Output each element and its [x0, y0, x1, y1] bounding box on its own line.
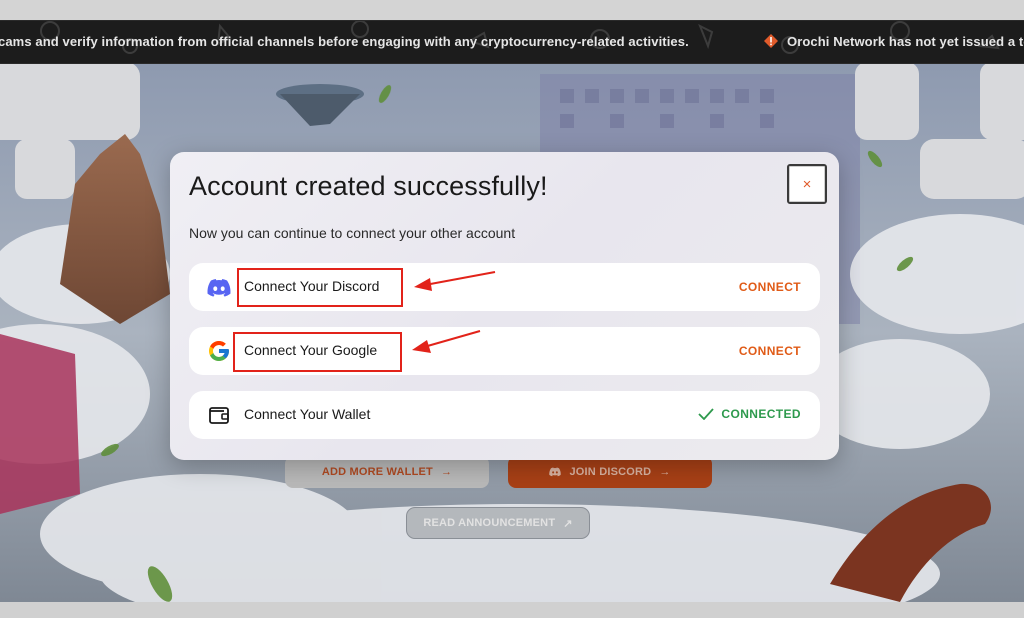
ticker-text-token-notice: Orochi Network has not yet issued a toke [787, 34, 1024, 49]
checkmark-icon [698, 408, 715, 420]
announcement-ticker: cams and verify information from officia… [0, 20, 1024, 64]
discord-highlight-box [237, 268, 403, 307]
bottom-strip [0, 602, 1024, 618]
arrow-right-icon: → [440, 466, 453, 478]
read-announcement-label: READ ANNOUNCEMENT [423, 517, 556, 529]
modal-title: Account created successfully! [189, 171, 548, 201]
connect-discord-button[interactable]: CONNECT [739, 280, 801, 294]
top-strip [0, 0, 1024, 20]
discord-small-icon [549, 467, 562, 477]
connect-google-button[interactable]: CONNECT [739, 344, 801, 358]
arrow-right-icon: → [659, 466, 671, 478]
add-more-wallet-label: ADD MORE WALLET [321, 466, 433, 478]
wallet-connected-status: CONNECTED [698, 407, 801, 421]
join-discord-button[interactable]: JOIN DISCORD → [508, 456, 712, 488]
read-announcement-button[interactable]: READ ANNOUNCEMENT ↗ [406, 507, 590, 539]
connect-wallet-row[interactable]: Connect Your Wallet CONNECTED [189, 391, 820, 439]
modal-subtitle: Now you can continue to connect your oth… [189, 225, 516, 241]
wallet-connected-label: CONNECTED [721, 407, 801, 421]
close-button[interactable]: × [787, 164, 827, 204]
ticker-text-scam-warning: cams and verify information from officia… [0, 34, 689, 49]
close-icon: × [802, 175, 812, 193]
google-highlight-box [233, 332, 402, 372]
discord-icon [207, 279, 231, 297]
connect-wallet-label: Connect Your Wallet [244, 406, 371, 422]
wallet-icon [209, 407, 229, 424]
add-more-wallet-button[interactable]: ADD MORE WALLET → [285, 456, 489, 488]
arrow-up-right-icon: ↗ [563, 517, 573, 530]
google-icon [209, 341, 229, 361]
join-discord-label: JOIN DISCORD [569, 466, 652, 478]
warning-icon [764, 34, 778, 48]
